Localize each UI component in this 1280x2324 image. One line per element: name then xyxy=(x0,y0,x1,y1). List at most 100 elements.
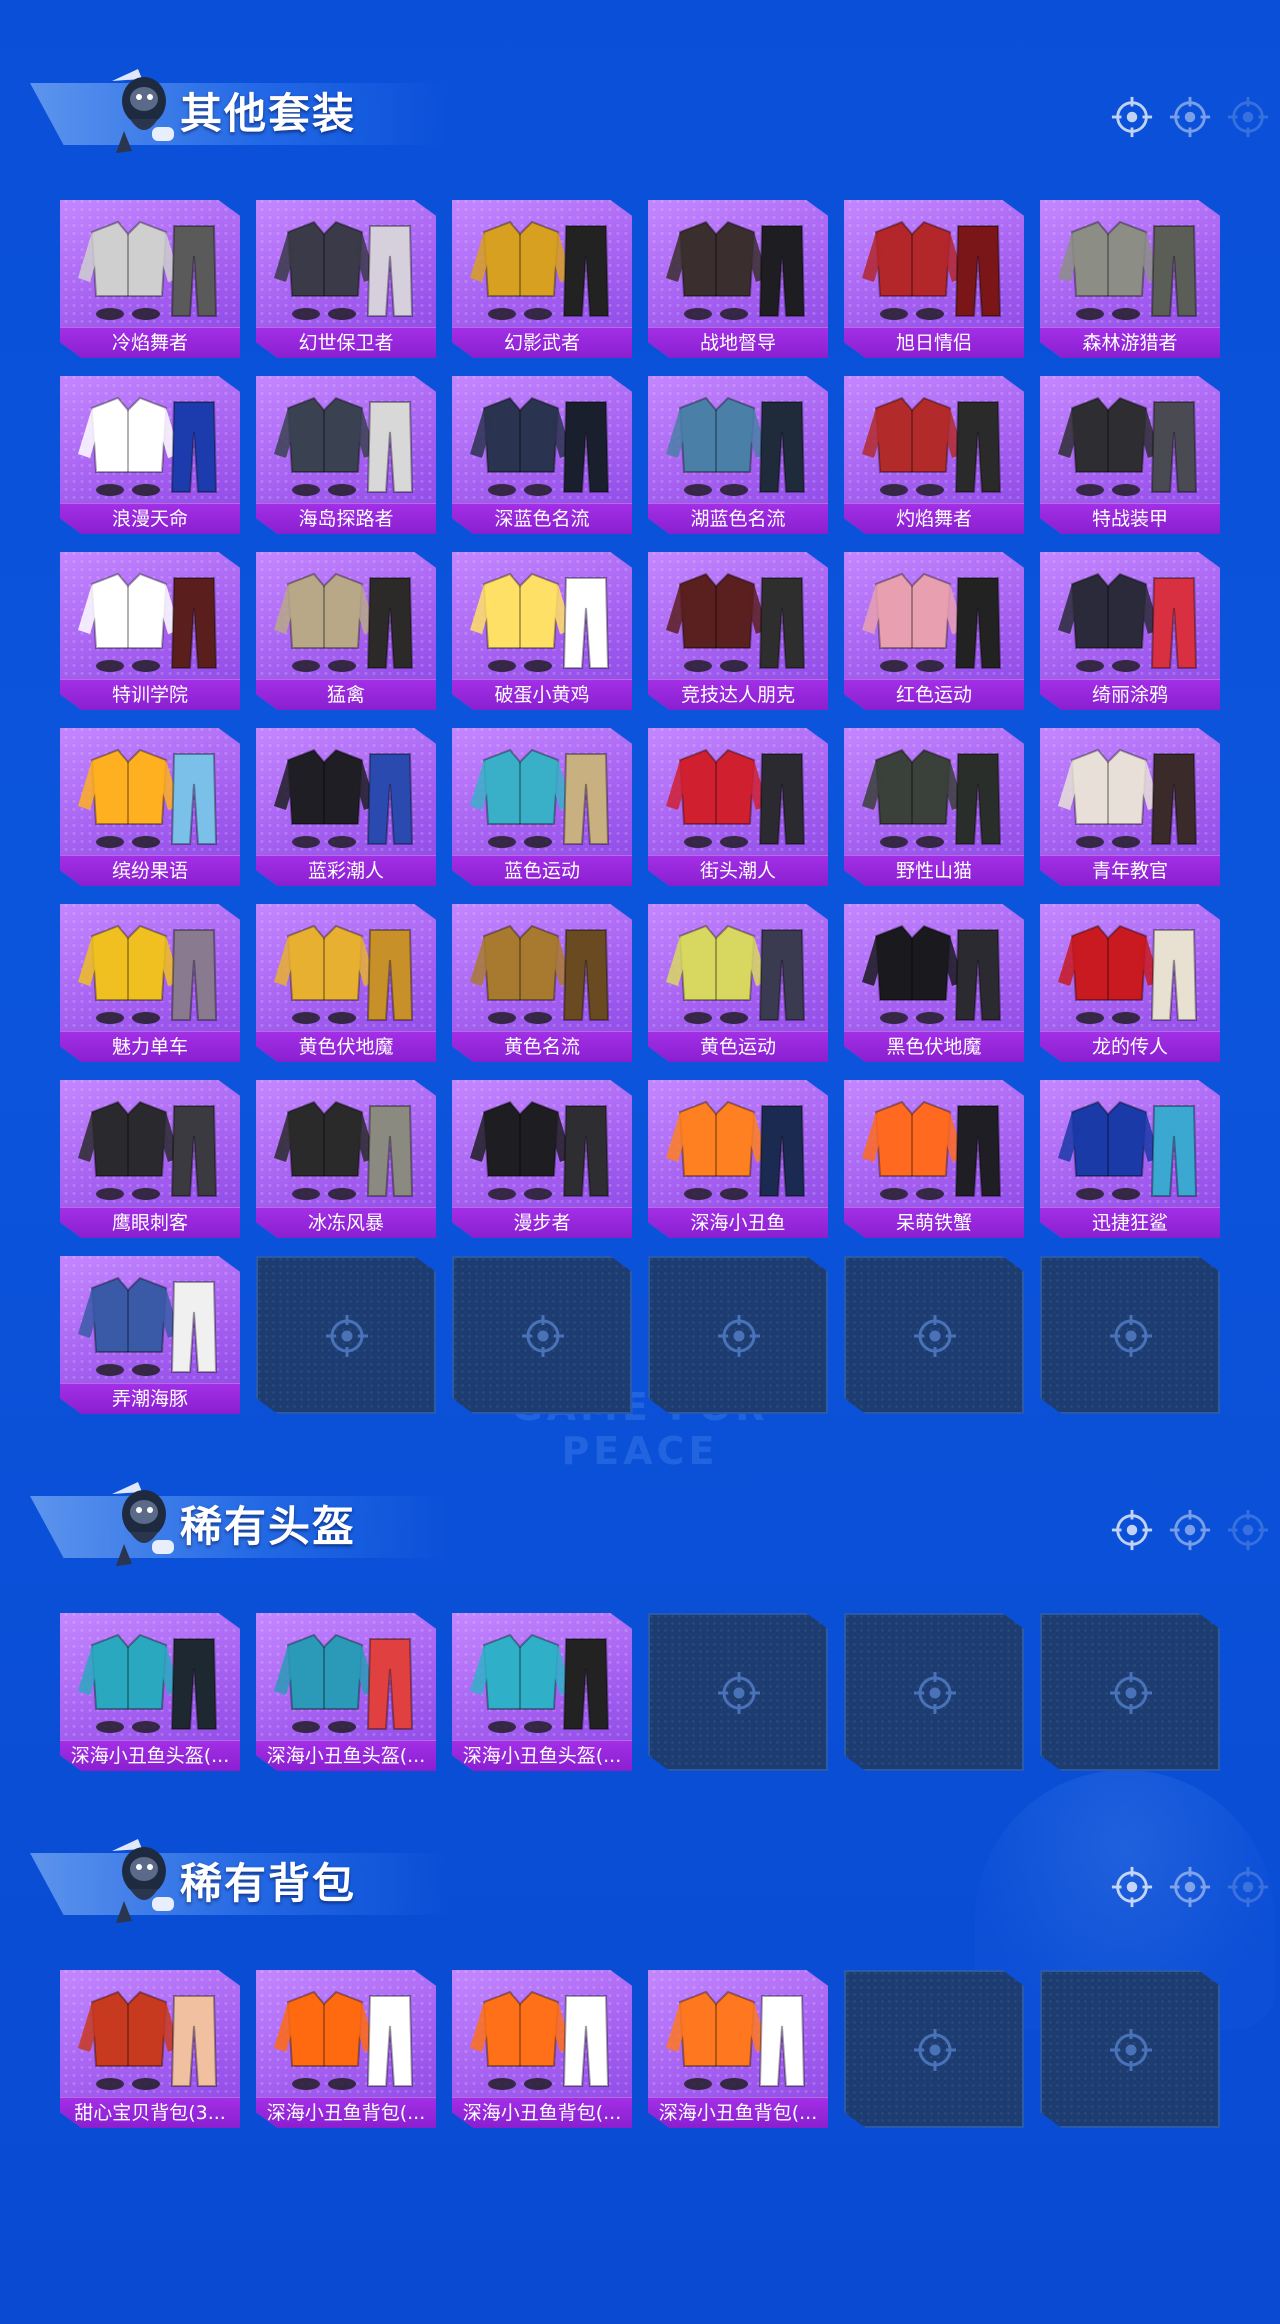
section-nav xyxy=(1110,95,1269,139)
item-tile[interactable]: 幻世保卫者 xyxy=(256,200,436,358)
item-tile[interactable]: 深海小丑鱼头盔(... xyxy=(60,1613,240,1771)
item-tile[interactable]: 弄潮海豚 xyxy=(60,1256,240,1414)
item-tile[interactable]: 漫步者 xyxy=(452,1080,632,1238)
item-tile[interactable]: 战地督导 xyxy=(648,200,828,358)
item-tile[interactable]: 深海小丑鱼 xyxy=(648,1080,828,1238)
crosshair-icon xyxy=(1227,1866,1269,1908)
item-tile[interactable]: 魅力单车 xyxy=(60,904,240,1062)
item-image xyxy=(1058,924,1198,1024)
item-tile[interactable]: 猛禽 xyxy=(256,552,436,710)
section-title: 稀有背包 xyxy=(180,1859,357,1908)
item-tile[interactable]: 黄色伏地魔 xyxy=(256,904,436,1062)
item-tile[interactable]: 旭日情侣 xyxy=(844,200,1024,358)
item-label: 战地督导 xyxy=(699,332,776,354)
item-tile[interactable]: 黄色运动 xyxy=(648,904,828,1062)
item-image xyxy=(666,1100,806,1200)
item-label: 特训学院 xyxy=(111,684,188,706)
item-tile[interactable]: 灼焰舞者 xyxy=(844,376,1024,534)
item-label: 深海小丑鱼背包(... xyxy=(658,2102,818,2124)
item-label-bar: 黄色伏地魔 xyxy=(256,1031,436,1062)
item-label: 迅捷狂鲨 xyxy=(1091,1212,1168,1234)
item-tile[interactable]: 迅捷狂鲨 xyxy=(1040,1080,1220,1238)
item-tile[interactable]: 竞技达人朋克 xyxy=(648,552,828,710)
item-label: 黑色伏地魔 xyxy=(886,1036,982,1058)
item-image xyxy=(666,396,806,496)
item-label: 绮丽涂鸦 xyxy=(1091,684,1168,706)
item-label: 深海小丑鱼背包(... xyxy=(266,2102,426,2124)
item-image xyxy=(666,220,806,320)
item-tile[interactable]: 深海小丑鱼背包(... xyxy=(256,1970,436,2128)
item-label-bar: 幻影武者 xyxy=(452,327,632,358)
item-tile[interactable]: 幻影武者 xyxy=(452,200,632,358)
item-image xyxy=(78,748,218,848)
empty-slot xyxy=(1040,1256,1220,1414)
section-header: 稀有背包 xyxy=(30,1825,450,1935)
item-image xyxy=(78,1276,218,1376)
item-image xyxy=(274,1990,414,2090)
item-label-bar: 冰冻风暴 xyxy=(256,1207,436,1238)
item-tile[interactable]: 特战装甲 xyxy=(1040,376,1220,534)
item-tile[interactable]: 红色运动 xyxy=(844,552,1024,710)
item-tile[interactable]: 蓝色运动 xyxy=(452,728,632,886)
item-label: 街头潮人 xyxy=(699,860,776,882)
mascot-icon xyxy=(112,1839,174,1923)
item-tile[interactable]: 海岛探路者 xyxy=(256,376,436,534)
item-image xyxy=(274,572,414,672)
mascot-icon xyxy=(112,1482,174,1566)
item-label-bar: 浪漫天命 xyxy=(60,503,240,534)
item-tile[interactable]: 鹰眼刺客 xyxy=(60,1080,240,1238)
item-tile[interactable]: 深海小丑鱼背包(... xyxy=(452,1970,632,2128)
item-tile[interactable]: 青年教官 xyxy=(1040,728,1220,886)
placeholder-crosshair-icon xyxy=(718,1672,760,1714)
item-tile[interactable]: 湖蓝色名流 xyxy=(648,376,828,534)
item-tile[interactable]: 街头潮人 xyxy=(648,728,828,886)
item-tile[interactable]: 深海小丑鱼背包(... xyxy=(648,1970,828,2128)
item-tile[interactable]: 缤纷果语 xyxy=(60,728,240,886)
section-title: 稀有头盔 xyxy=(180,1502,357,1551)
item-label-bar: 鹰眼刺客 xyxy=(60,1207,240,1238)
crosshair-icon xyxy=(1227,96,1269,138)
item-tile[interactable]: 冰冻风暴 xyxy=(256,1080,436,1238)
item-tile[interactable]: 黑色伏地魔 xyxy=(844,904,1024,1062)
item-label: 冷焰舞者 xyxy=(111,332,188,354)
item-label-bar: 湖蓝色名流 xyxy=(648,503,828,534)
crosshair-icon xyxy=(1169,96,1211,138)
item-image xyxy=(862,572,1002,672)
item-tile[interactable]: 龙的传人 xyxy=(1040,904,1220,1062)
item-label-bar: 深蓝色名流 xyxy=(452,503,632,534)
item-image xyxy=(862,924,1002,1024)
item-tile[interactable]: 浪漫天命 xyxy=(60,376,240,534)
item-label: 漫步者 xyxy=(513,1212,571,1234)
item-label: 森林游猎者 xyxy=(1082,332,1178,354)
item-tile[interactable]: 冷焰舞者 xyxy=(60,200,240,358)
item-label: 黄色名流 xyxy=(503,1036,580,1058)
item-label: 野性山猫 xyxy=(895,860,972,882)
item-label: 青年教官 xyxy=(1091,860,1168,882)
item-tile[interactable]: 破蛋小黄鸡 xyxy=(452,552,632,710)
item-tile[interactable]: 绮丽涂鸦 xyxy=(1040,552,1220,710)
item-tile[interactable]: 深海小丑鱼头盔(... xyxy=(452,1613,632,1771)
item-tile[interactable]: 野性山猫 xyxy=(844,728,1024,886)
item-label-bar: 黄色名流 xyxy=(452,1031,632,1062)
item-label-bar: 迅捷狂鲨 xyxy=(1040,1207,1220,1238)
item-tile[interactable]: 蓝彩潮人 xyxy=(256,728,436,886)
item-label-bar: 缤纷果语 xyxy=(60,855,240,886)
placeholder-crosshair-icon xyxy=(914,2029,956,2071)
placeholder-crosshair-icon xyxy=(914,1315,956,1357)
item-tile[interactable]: 深蓝色名流 xyxy=(452,376,632,534)
item-tile[interactable]: 黄色名流 xyxy=(452,904,632,1062)
placeholder-crosshair-icon xyxy=(326,1315,368,1357)
item-tile[interactable]: 甜心宝贝背包(3... xyxy=(60,1970,240,2128)
item-image xyxy=(78,220,218,320)
crosshair-icon xyxy=(1111,1866,1153,1908)
item-label-bar: 黄色运动 xyxy=(648,1031,828,1062)
item-tile[interactable]: 森林游猎者 xyxy=(1040,200,1220,358)
item-image xyxy=(78,924,218,1024)
item-image xyxy=(862,748,1002,848)
item-tile[interactable]: 特训学院 xyxy=(60,552,240,710)
item-tile[interactable]: 深海小丑鱼头盔(... xyxy=(256,1613,436,1771)
item-label-bar: 蓝色运动 xyxy=(452,855,632,886)
item-tile[interactable]: 呆萌铁蟹 xyxy=(844,1080,1024,1238)
section-title: 其他套装 xyxy=(180,89,357,138)
item-image xyxy=(78,572,218,672)
